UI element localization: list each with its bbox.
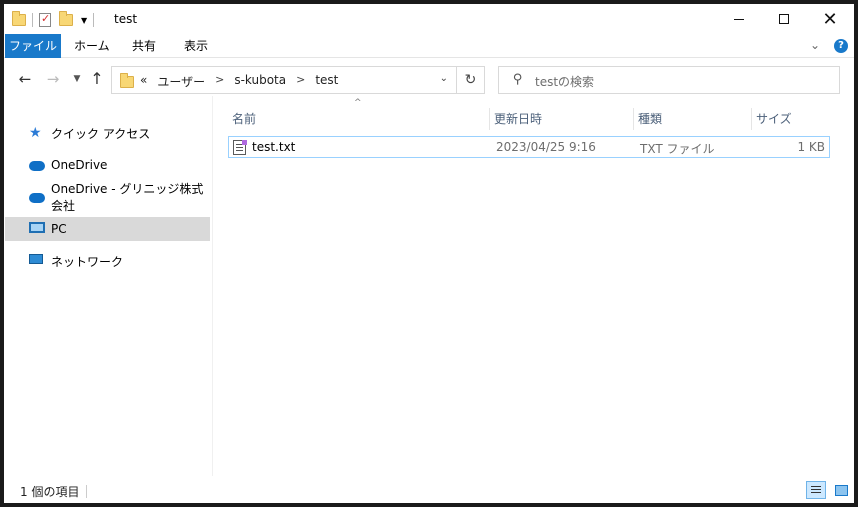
maximize-icon — [779, 14, 789, 24]
item-count: 1 個の項目 — [20, 485, 80, 499]
breadcrumb-s-kubota[interactable]: s-kubota — [234, 73, 286, 90]
window-title: test — [114, 12, 138, 26]
file-list: ^ 名前 更新日時 種類 サイズ test.txt 2023/04/25 9:1… — [218, 98, 854, 478]
breadcrumb-overflow[interactable]: « — [140, 73, 147, 90]
cloud-icon — [29, 190, 45, 204]
column-header-name[interactable]: 名前 — [228, 108, 490, 130]
sort-ascending-icon: ^ — [354, 98, 362, 108]
search-placeholder: testの検索 — [535, 75, 595, 89]
minimize-button[interactable] — [716, 4, 762, 34]
help-icon[interactable]: ? — [834, 39, 848, 53]
navigation-pane: ★ クイック アクセス OneDrive OneDrive - グリニッジ株式会… — [4, 108, 210, 478]
maximize-button[interactable] — [761, 4, 807, 34]
refresh-button[interactable]: ↻ — [457, 66, 485, 94]
column-header-type[interactable]: 種類 — [634, 108, 752, 130]
chevron-right-icon[interactable]: > — [215, 73, 224, 90]
text-file-icon — [233, 140, 247, 155]
back-arrow-icon[interactable]: ← — [16, 70, 34, 88]
address-bar[interactable]: « ユーザー > s-kubota > test ⌄ — [111, 66, 457, 94]
sidebar-item-onedrive[interactable]: OneDrive — [5, 153, 210, 177]
pc-icon — [29, 222, 45, 236]
cloud-icon — [29, 158, 45, 172]
sidebar-item-label: OneDrive — [51, 158, 108, 172]
ribbon: ファイル ホーム 共有 表示 ⌄ ? — [4, 34, 854, 58]
file-type: TXT ファイル — [640, 142, 715, 156]
chevron-down-icon[interactable]: ⌄ — [440, 73, 448, 84]
recent-locations-chevron-icon[interactable]: ▼ — [68, 70, 86, 88]
sidebar-item-label: PC — [51, 222, 67, 236]
toolbar-divider — [32, 13, 33, 27]
minimize-icon — [734, 18, 744, 20]
sidebar-item-quick-access[interactable]: ★ クイック アクセス — [5, 121, 210, 145]
breadcrumb-users[interactable]: ユーザー — [157, 73, 205, 90]
large-icons-view-icon[interactable] — [830, 481, 850, 499]
expand-ribbon-icon[interactable]: ⌄ — [810, 38, 820, 52]
breadcrumb-test[interactable]: test — [315, 73, 338, 90]
folder-icon — [120, 73, 134, 88]
forward-arrow-icon[interactable]: → — [44, 70, 62, 88]
column-header-modified[interactable]: 更新日時 — [490, 108, 634, 130]
up-arrow-icon[interactable]: ↑ — [88, 70, 106, 88]
close-button[interactable]: ✕ — [807, 4, 853, 34]
search-box[interactable]: ⚲ testの検索 — [498, 66, 840, 94]
toolbar-divider — [93, 13, 95, 27]
sidebar-item-label: OneDrive - グリニッジ株式会社 — [51, 182, 204, 213]
tab-view[interactable]: 表示 — [174, 34, 218, 58]
close-icon: ✕ — [822, 8, 838, 30]
star-icon: ★ — [29, 125, 42, 141]
pane-divider[interactable] — [212, 96, 213, 476]
details-view-icon[interactable] — [806, 481, 826, 499]
tab-file[interactable]: ファイル — [5, 34, 61, 58]
table-row[interactable]: test.txt 2023/04/25 9:16 TXT ファイル 1 KB — [228, 136, 830, 158]
tab-share[interactable]: 共有 — [122, 34, 166, 58]
status-divider — [86, 485, 87, 498]
explorer-window: ▼ test ✕ ファイル ホーム 共有 表示 ⌄ ? ← → ▼ ↑ « ユー… — [4, 4, 854, 503]
column-header-size[interactable]: サイズ — [752, 108, 834, 130]
navigation-bar: ← → ▼ ↑ « ユーザー > s-kubota > test ⌄ ↻ ⚲ t… — [4, 62, 854, 98]
chevron-right-icon[interactable]: > — [296, 73, 305, 90]
folder-icon[interactable] — [12, 11, 26, 26]
file-name: test.txt — [252, 140, 296, 154]
network-icon — [29, 254, 45, 268]
tab-home[interactable]: ホーム — [64, 34, 120, 58]
quick-access-toolbar: ▼ — [12, 10, 100, 30]
file-size: 1 KB — [797, 140, 825, 154]
file-modified: 2023/04/25 9:16 — [496, 140, 596, 154]
breadcrumb: « ユーザー > s-kubota > test — [140, 73, 348, 90]
sidebar-item-label: クイック アクセス — [51, 126, 151, 141]
sidebar-item-label: ネットワーク — [51, 254, 124, 269]
properties-icon[interactable] — [39, 12, 51, 27]
refresh-icon: ↻ — [464, 72, 477, 88]
new-folder-icon[interactable] — [59, 11, 73, 26]
sidebar-item-network[interactable]: ネットワーク — [5, 249, 210, 273]
status-bar: 1 個の項目 — [4, 478, 854, 503]
sidebar-item-onedrive-business[interactable]: OneDrive - グリニッジ株式会社 — [5, 182, 210, 213]
search-icon: ⚲ — [513, 72, 523, 87]
customize-toolbar-dropdown-icon[interactable]: ▼ — [81, 16, 87, 25]
sidebar-item-pc[interactable]: PC — [5, 217, 210, 241]
title-bar: ▼ test ✕ — [4, 4, 854, 34]
